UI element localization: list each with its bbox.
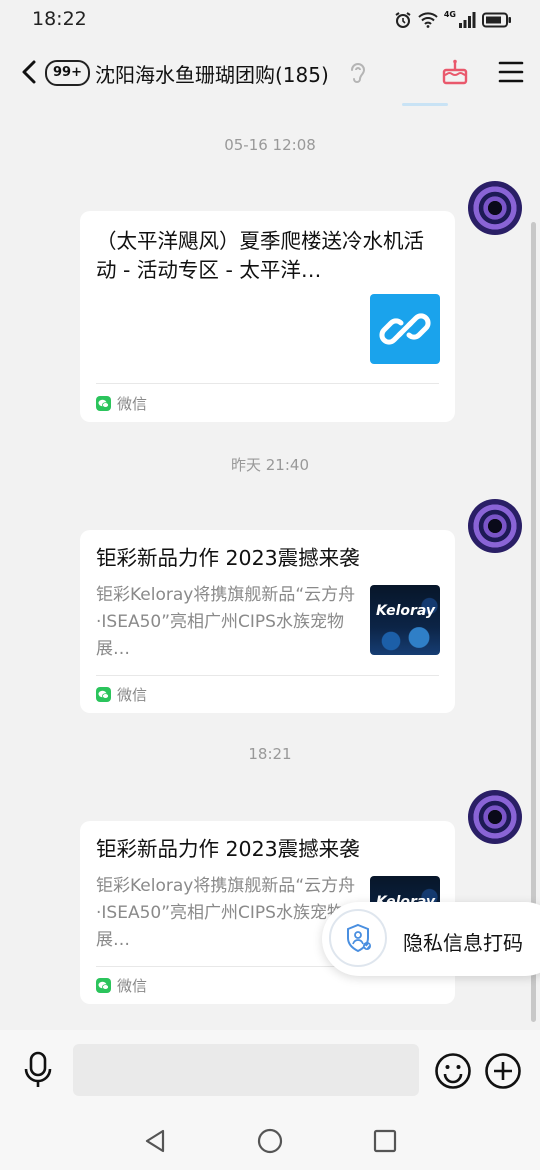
message-timestamp: 昨天 21:40: [231, 456, 309, 474]
wifi-icon: [418, 12, 438, 28]
tab-indicator: [402, 103, 448, 106]
nav-recent-apps-icon[interactable]: [372, 1128, 398, 1154]
source-label: 微信: [117, 977, 148, 995]
birthday-cake-icon[interactable]: [441, 58, 469, 86]
ear-icon[interactable]: [348, 60, 366, 86]
nav-back-icon[interactable]: [143, 1128, 169, 1154]
input-bar: [0, 1030, 540, 1110]
article-thumbnail: Keloray: [370, 585, 440, 655]
chat-header: 99+ 沈阳海水鱼珊瑚团购(185): [0, 40, 540, 104]
message-timestamp: 18:21: [248, 745, 292, 763]
menu-icon[interactable]: [498, 60, 524, 84]
privacy-mask-button[interactable]: 隐私信息打码: [322, 902, 540, 976]
status-bar: 18:22 4G: [0, 0, 540, 40]
sender-avatar[interactable]: [468, 181, 522, 235]
wechat-icon: [96, 396, 111, 411]
shared-article-card[interactable]: 钜彩新品力作 2023震撼来袭 钜彩Keloray将携旗舰新品“云方舟·ISEA…: [80, 530, 455, 713]
card-title: 钜彩新品力作 2023震撼来袭: [96, 837, 360, 861]
card-description: 钜彩Keloray将携旗舰新品“云方舟·ISEA50”亮相广州CIPS水族宠物展…: [96, 876, 356, 950]
card-divider: [96, 383, 439, 384]
card-title: （太平洋飓风）夏季爬楼送冷水机活动 - 活动专区 - 太平洋…: [96, 229, 424, 282]
card-title: 钜彩新品力作 2023震撼来袭: [96, 546, 360, 570]
emoji-icon[interactable]: [434, 1052, 472, 1090]
privacy-label: 隐私信息打码: [403, 931, 523, 955]
thumbnail-brand-text: Keloray: [376, 603, 436, 619]
wechat-icon: [96, 687, 111, 702]
card-source: 微信: [96, 393, 147, 414]
source-label: 微信: [117, 395, 148, 413]
message-timestamp: 05-16 12:08: [224, 136, 316, 154]
network-type-label: 4G: [443, 9, 456, 19]
back-arrow-icon[interactable]: [18, 58, 42, 86]
system-nav-bar: [0, 1110, 540, 1170]
status-icons: 4G: [394, 10, 512, 30]
card-source: 微信: [96, 975, 147, 996]
card-divider: [96, 675, 439, 676]
battery-icon: [482, 12, 511, 28]
card-source: 微信: [96, 684, 147, 705]
status-time: 18:22: [32, 8, 87, 30]
shared-link-card[interactable]: （太平洋飓风）夏季爬楼送冷水机活动 - 活动专区 - 太平洋… 微信: [80, 211, 455, 422]
add-icon[interactable]: [484, 1052, 522, 1090]
message-input[interactable]: [73, 1044, 419, 1096]
card-description: 钜彩Keloray将携旗舰新品“云方舟·ISEA50”亮相广州CIPS水族宠物展…: [96, 585, 356, 659]
link-icon: [379, 313, 431, 345]
shield-person-icon: [347, 923, 371, 953]
sender-avatar[interactable]: [468, 499, 522, 553]
nav-home-icon[interactable]: [257, 1128, 283, 1154]
source-label: 微信: [117, 686, 148, 704]
group-title[interactable]: 沈阳海水鱼珊瑚团购(185): [95, 59, 329, 88]
wechat-icon: [96, 978, 111, 993]
link-thumbnail: [370, 294, 440, 364]
unread-badge[interactable]: 99+: [45, 60, 90, 86]
microphone-icon[interactable]: [20, 1050, 56, 1090]
privacy-icon-circle: [329, 909, 387, 967]
signal-icon: [459, 12, 476, 28]
sender-avatar[interactable]: [468, 790, 522, 844]
alarm-icon: [395, 12, 411, 28]
